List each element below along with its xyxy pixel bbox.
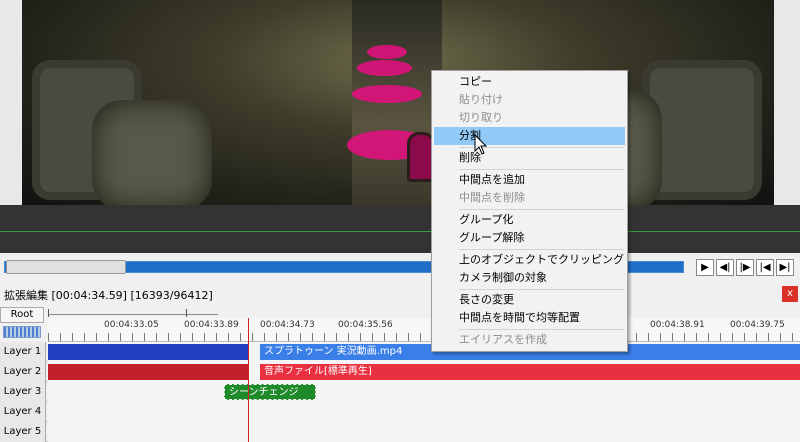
menu-item-ungroup[interactable]: グループ解除 bbox=[434, 229, 625, 247]
menu-separator bbox=[459, 289, 624, 290]
layer-zoom-strip[interactable] bbox=[3, 326, 41, 338]
menu-item-cut[interactable]: 切り取り bbox=[434, 109, 625, 127]
layer-track[interactable]: シーンチェンジ bbox=[48, 382, 800, 402]
zoom-slider[interactable] bbox=[48, 314, 218, 315]
menu-item-paste[interactable]: 貼り付け bbox=[434, 91, 625, 109]
menu-separator bbox=[459, 329, 624, 330]
time-ruler-ticks bbox=[48, 333, 800, 341]
layer-name[interactable]: Layer 2 bbox=[0, 362, 46, 382]
prev-frame-icon: ◀| bbox=[719, 262, 731, 273]
ruler-label: 00:04:39.75 bbox=[730, 320, 785, 330]
to-start-button[interactable]: |◀ bbox=[756, 259, 774, 276]
audio-clip-right[interactable]: 音声ファイル[標準再生] bbox=[260, 364, 800, 380]
to-end-icon: ▶| bbox=[779, 262, 791, 273]
video-clip-left[interactable] bbox=[48, 344, 248, 360]
layer-track[interactable] bbox=[48, 402, 800, 422]
layer-track[interactable] bbox=[48, 422, 800, 442]
menu-item-clip-above[interactable]: 上のオブジェクトでクリッピング bbox=[434, 251, 625, 269]
ruler-label: 00:04:35.56 bbox=[338, 320, 393, 330]
root-button[interactable]: Root bbox=[0, 307, 44, 323]
seek-bar-area: ▶ ◀| |▶ |◀ ▶| bbox=[0, 253, 800, 281]
zoom-slider-tick bbox=[48, 309, 49, 317]
preview-guide-line bbox=[0, 231, 800, 232]
next-frame-button[interactable]: |▶ bbox=[736, 259, 754, 276]
layer-name[interactable]: Layer 3 bbox=[0, 382, 46, 402]
to-start-icon: |◀ bbox=[759, 262, 771, 273]
ruler-label: 00:04:33.05 bbox=[104, 320, 159, 330]
menu-separator bbox=[459, 169, 624, 170]
ink-splat bbox=[352, 85, 422, 103]
layer-track[interactable]: 音声ファイル[標準再生] bbox=[48, 362, 800, 382]
menu-item-delete-midpoint[interactable]: 中間点を削除 bbox=[434, 189, 625, 207]
extended-edit-title: 拡張編集 [00:04:34.59] [16393/96412] bbox=[4, 289, 213, 302]
layer-row: Layer 4 bbox=[0, 402, 800, 422]
layer-row: Layer 2 音声ファイル[標準再生] bbox=[0, 362, 800, 382]
menu-item-delete[interactable]: 削除 bbox=[434, 149, 625, 167]
menu-item-create-alias[interactable]: エイリアスを作成 bbox=[434, 331, 625, 349]
video-preview-area bbox=[0, 0, 800, 205]
extended-edit-header: 拡張編集 [00:04:34.59] [16393/96412] x bbox=[0, 283, 800, 305]
close-icon: x bbox=[787, 288, 793, 299]
preview-bottom-strip bbox=[0, 205, 800, 253]
layer-name[interactable]: Layer 5 bbox=[0, 422, 46, 442]
to-end-button[interactable]: ▶| bbox=[776, 259, 794, 276]
zoom-slider-thumb[interactable] bbox=[186, 309, 187, 317]
layer-row: Layer 1 スプラトゥーン 実況動画.mp4 bbox=[0, 342, 800, 362]
train-seat-left bbox=[92, 100, 212, 205]
ink-splat bbox=[357, 60, 412, 76]
layer-row: Layer 3 シーンチェンジ bbox=[0, 382, 800, 402]
menu-item-add-midpoint[interactable]: 中間点を追加 bbox=[434, 171, 625, 189]
menu-item-camera-target[interactable]: カメラ制御の対象 bbox=[434, 269, 625, 287]
layer-track[interactable]: スプラトゥーン 実況動画.mp4 bbox=[48, 342, 800, 362]
play-icon: ▶ bbox=[701, 262, 709, 273]
menu-item-group[interactable]: グループ化 bbox=[434, 211, 625, 229]
menu-item-copy[interactable]: コピー bbox=[434, 73, 625, 91]
menu-item-change-length[interactable]: 長さの変更 bbox=[434, 291, 625, 309]
ruler-label: 00:04:38.91 bbox=[650, 320, 705, 330]
menu-separator bbox=[459, 249, 624, 250]
ruler-label: 00:04:34.73 bbox=[260, 320, 315, 330]
ink-splat bbox=[367, 45, 407, 59]
menu-item-split[interactable]: 分割 bbox=[434, 127, 625, 145]
audio-clip-left[interactable] bbox=[48, 364, 248, 380]
close-button[interactable]: x bbox=[782, 286, 798, 302]
ruler-label: 00:04:33.89 bbox=[184, 320, 239, 330]
video-frame bbox=[22, 0, 774, 205]
layer-row: Layer 5 bbox=[0, 422, 800, 442]
prev-frame-button[interactable]: ◀| bbox=[716, 259, 734, 276]
layer-name[interactable]: Layer 4 bbox=[0, 402, 46, 422]
context-menu: コピー 貼り付け 切り取り 分割 削除 中間点を追加 中間点を削除 グループ化 … bbox=[431, 70, 628, 352]
menu-separator bbox=[459, 209, 624, 210]
layer-name[interactable]: Layer 1 bbox=[0, 342, 46, 362]
playhead[interactable] bbox=[248, 318, 249, 442]
mouse-cursor-icon bbox=[474, 134, 488, 155]
menu-item-distribute-midpoints[interactable]: 中間点を時間で均等配置 bbox=[434, 309, 625, 327]
seek-handle[interactable] bbox=[6, 260, 126, 274]
scene-change-clip[interactable]: シーンチェンジ bbox=[224, 384, 316, 400]
next-frame-icon: |▶ bbox=[739, 262, 751, 273]
play-button[interactable]: ▶ bbox=[696, 259, 714, 276]
